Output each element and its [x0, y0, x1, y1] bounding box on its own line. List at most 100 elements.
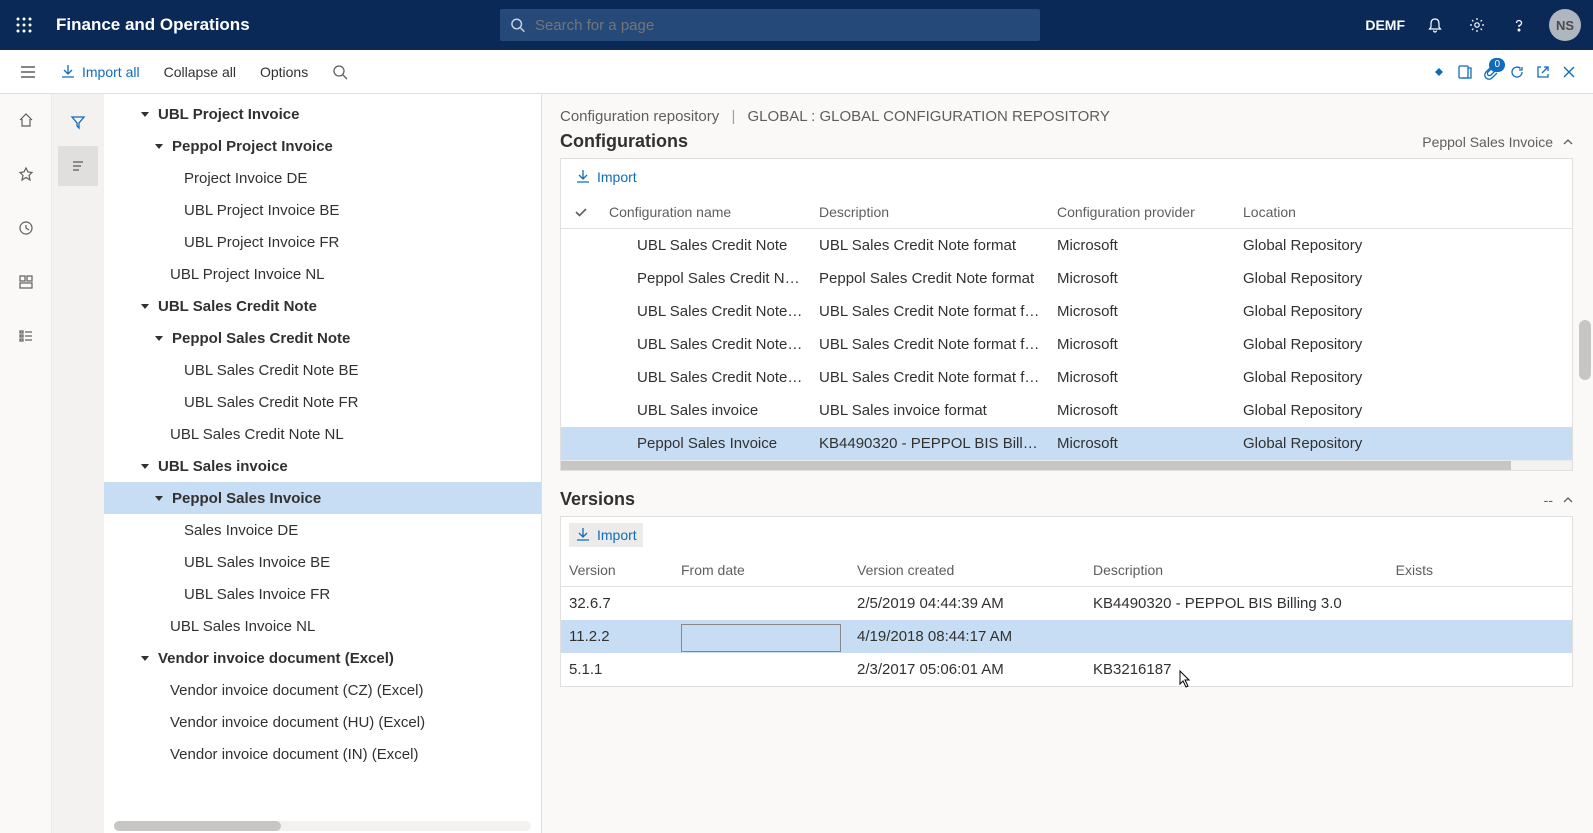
tree-item[interactable]: Project Invoice DE [104, 162, 541, 194]
collapse-section-icon[interactable] [1563, 134, 1573, 150]
col-from-date[interactable]: From date [673, 562, 849, 578]
tree-item[interactable]: Vendor invoice document (Excel) [104, 642, 541, 674]
tree-item[interactable]: UBL Project Invoice NL [104, 258, 541, 290]
options-button[interactable]: Options [248, 58, 320, 86]
nav-toggle-icon[interactable] [8, 64, 48, 80]
table-row[interactable]: 5.1.12/3/2017 05:06:01 AMKB3216187 [561, 653, 1572, 686]
tree-horizontal-scrollbar[interactable] [114, 821, 531, 831]
search-bar[interactable] [500, 9, 1040, 41]
caret-down-icon[interactable] [140, 458, 156, 474]
tree-item[interactable]: Vendor invoice document (HU) (Excel) [104, 706, 541, 738]
search-input[interactable] [533, 16, 1030, 35]
table-row[interactable]: UBL Sales Credit Note FRUBL Sales Credit… [561, 328, 1572, 361]
cell-config-name: UBL Sales Credit Note [601, 237, 811, 254]
lines-icon[interactable] [58, 146, 98, 186]
filter-icon[interactable] [58, 102, 98, 142]
tree-item[interactable]: UBL Sales Invoice FR [104, 578, 541, 610]
tree-item[interactable]: Vendor invoice document (IN) (Excel) [104, 738, 541, 770]
col-exists[interactable]: Exists [1371, 562, 1441, 578]
tree-item-label: Vendor invoice document (IN) (Excel) [170, 746, 418, 763]
tree-item-label: UBL Sales Invoice NL [170, 618, 315, 635]
action-toolbar: Import all Collapse all Options 0 [0, 50, 1593, 94]
col-description[interactable]: Description [1085, 562, 1371, 578]
caret-down-icon[interactable] [140, 298, 156, 314]
tree-item[interactable]: UBL Sales Credit Note FR [104, 386, 541, 418]
tree-item[interactable]: Sales Invoice DE [104, 514, 541, 546]
col-location[interactable]: Location [1235, 204, 1395, 220]
settings-icon[interactable] [1465, 13, 1489, 37]
caret-down-icon[interactable] [140, 650, 156, 666]
cell-config-name: UBL Sales Credit Note NL [601, 369, 811, 386]
tree-item[interactable]: UBL Project Invoice BE [104, 194, 541, 226]
col-version[interactable]: Version [561, 562, 673, 578]
tree-item[interactable]: UBL Sales Credit Note [104, 290, 541, 322]
dataverse-icon[interactable] [1431, 64, 1447, 80]
select-all-checkbox[interactable] [561, 204, 601, 220]
tree-item[interactable]: UBL Sales Credit Note BE [104, 354, 541, 386]
tree-item[interactable]: UBL Project Invoice [104, 98, 541, 130]
table-row[interactable]: 11.2.24/19/2018 08:44:17 AM [561, 620, 1572, 653]
cell-version: 11.2.2 [561, 628, 673, 645]
collapse-all-label: Collapse all [164, 64, 236, 80]
import-all-button[interactable]: Import all [48, 58, 152, 86]
tree-item-label: UBL Project Invoice NL [170, 266, 325, 283]
breadcrumb-current: GLOBAL : GLOBAL CONFIGURATION REPOSITORY [748, 108, 1110, 125]
version-import-button[interactable]: Import [569, 523, 643, 547]
user-avatar[interactable]: NS [1549, 9, 1581, 41]
toolbar-search-button[interactable] [320, 58, 360, 86]
col-config-name[interactable]: Configuration name [601, 204, 811, 220]
from-date-input[interactable] [681, 624, 841, 652]
col-created[interactable]: Version created [849, 562, 1085, 578]
breadcrumb-root[interactable]: Configuration repository [560, 108, 719, 125]
app-launcher-icon[interactable] [12, 13, 36, 37]
caret-down-icon[interactable] [154, 490, 170, 506]
caret-down-icon[interactable] [154, 138, 170, 154]
tree-item[interactable]: Vendor invoice document (CZ) (Excel) [104, 674, 541, 706]
table-row[interactable]: Peppol Sales Credit NotePeppol Sales Cre… [561, 262, 1572, 295]
tree-item-label: Project Invoice DE [184, 170, 307, 187]
table-row[interactable]: UBL Sales invoiceUBL Sales invoice forma… [561, 394, 1572, 427]
tree-item[interactable]: UBL Project Invoice FR [104, 226, 541, 258]
tree-panel: UBL Project InvoicePeppol Project Invoic… [104, 94, 542, 833]
tree-item[interactable]: UBL Sales Credit Note NL [104, 418, 541, 450]
tree-item[interactable]: UBL Sales Invoice NL [104, 610, 541, 642]
grid-horizontal-scrollbar[interactable] [561, 460, 1572, 470]
tree-item-label: UBL Sales Invoice BE [184, 554, 330, 571]
table-row[interactable]: UBL Sales Credit Note BEUBL Sales Credit… [561, 295, 1572, 328]
tree-item[interactable]: Peppol Project Invoice [104, 130, 541, 162]
table-row[interactable]: UBL Sales Credit Note NLUBL Sales Credit… [561, 361, 1572, 394]
favorites-icon[interactable] [8, 156, 44, 192]
tree-item-label: UBL Sales invoice [158, 458, 288, 475]
col-provider[interactable]: Configuration provider [1049, 204, 1235, 220]
collapse-all-button[interactable]: Collapse all [152, 58, 248, 86]
close-icon[interactable] [1561, 64, 1577, 80]
col-description[interactable]: Description [811, 204, 1049, 220]
caret-down-icon[interactable] [140, 106, 156, 122]
tree-item[interactable]: UBL Sales Invoice BE [104, 546, 541, 578]
workspaces-icon[interactable] [8, 264, 44, 300]
help-icon[interactable] [1507, 13, 1531, 37]
popout-icon[interactable] [1535, 64, 1551, 80]
cell-provider: Microsoft [1049, 435, 1235, 452]
tree-item[interactable]: Peppol Sales Invoice [104, 482, 541, 514]
refresh-icon[interactable] [1509, 64, 1525, 80]
tree-item[interactable]: UBL Sales invoice [104, 450, 541, 482]
config-import-label: Import [597, 169, 637, 185]
table-row[interactable]: Peppol Sales InvoiceKB4490320 - PEPPOL B… [561, 427, 1572, 460]
table-row[interactable]: UBL Sales Credit NoteUBL Sales Credit No… [561, 229, 1572, 262]
cell-location: Global Repository [1235, 237, 1395, 254]
cell-config-name: UBL Sales Credit Note FR [601, 336, 811, 353]
company-picker[interactable]: DEMF [1365, 17, 1405, 33]
modules-icon[interactable] [8, 318, 44, 354]
recent-icon[interactable] [8, 210, 44, 246]
grid-vertical-scrollbar[interactable] [1579, 230, 1591, 500]
tree-item[interactable]: Peppol Sales Credit Note [104, 322, 541, 354]
office-icon[interactable] [1457, 64, 1473, 80]
caret-down-icon[interactable] [154, 330, 170, 346]
table-row[interactable]: 32.6.72/5/2019 04:44:39 AMKB4490320 - PE… [561, 587, 1572, 620]
attachments-icon[interactable]: 0 [1483, 64, 1499, 80]
home-icon[interactable] [8, 102, 44, 138]
collapse-section-icon[interactable] [1563, 492, 1573, 508]
notifications-icon[interactable] [1423, 13, 1447, 37]
config-import-button[interactable]: Import [569, 165, 643, 189]
